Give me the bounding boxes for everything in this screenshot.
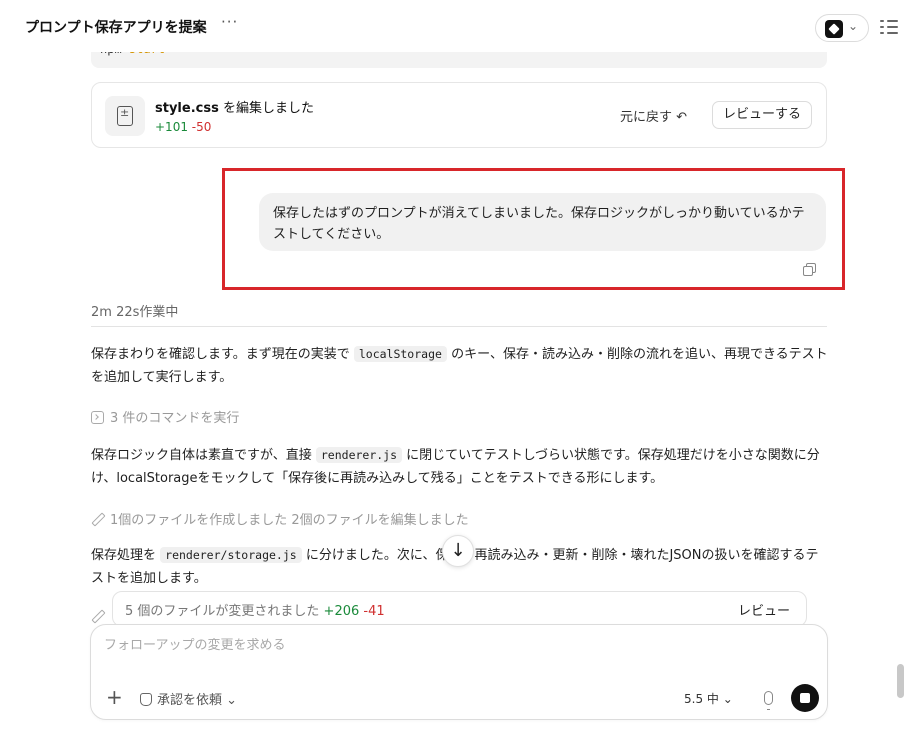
app-logo-icon: [825, 20, 843, 38]
file-edit-card: style.css を編集しました +101 -50 元に戻す ↶ レビューする: [91, 82, 827, 148]
file-diff-icon: [105, 96, 145, 136]
review-button[interactable]: レビューする: [712, 101, 813, 129]
user-message-bubble: 保存したはずのプロンプトが消えてしまいました。保存ロジックがしっかり動いているか…: [259, 193, 826, 251]
add-attachment-button[interactable]: +: [106, 687, 123, 707]
working-status[interactable]: 2m 22s作業中: [91, 301, 178, 320]
chevron-down-icon: ⌄: [848, 19, 859, 33]
composer: + 承認を依頼 ⌄ 5.5 中 ⌄: [90, 624, 828, 720]
divider: [91, 326, 827, 327]
assistant-paragraph: 保存ロジック自体は素直ですが、直接 renderer.js に閉じていてテストし…: [91, 447, 820, 486]
deletions-count: -41: [363, 604, 385, 619]
top-bar: プロンプト保存アプリを提案 ··· ⌄: [0, 0, 913, 52]
undo-button[interactable]: 元に戻す ↶: [620, 106, 687, 125]
changes-summary-bar[interactable]: 5 個のファイルが変更されました +206 -41 レビュー: [112, 591, 807, 627]
inline-code: renderer/storage.js: [160, 547, 302, 563]
scroll-to-bottom-button[interactable]: ↓: [442, 535, 474, 567]
additions-count: +206: [323, 604, 360, 619]
inline-code: localStorage: [353, 346, 447, 362]
copy-icon[interactable]: [803, 263, 817, 276]
scrollbar[interactable]: [897, 664, 904, 698]
model-picker-button[interactable]: ⌄: [815, 14, 869, 42]
commands-run-line[interactable]: 3 件のコマンドを実行: [91, 407, 239, 426]
hand-icon: [140, 693, 152, 706]
microphone-icon[interactable]: [764, 691, 773, 710]
stop-button[interactable]: [791, 684, 819, 712]
arrow-down-icon: ↓: [450, 540, 466, 561]
file-diff-stats: +101 -50: [155, 120, 211, 134]
pencil-icon: [91, 610, 104, 623]
conversation-title[interactable]: プロンプト保存アプリを提案: [25, 17, 207, 37]
file-edit-title: style.css を編集しました: [155, 101, 314, 116]
reasoning-level-select[interactable]: 5.5 中 ⌄: [684, 690, 733, 707]
additions-count: +101: [155, 120, 188, 134]
more-options-button[interactable]: ···: [221, 13, 238, 31]
changes-summary-text: 5 個のファイルが変更されました +206 -41: [125, 604, 385, 619]
inline-code: renderer.js: [315, 447, 403, 463]
follow-up-input[interactable]: [104, 638, 804, 653]
terminal-icon: [91, 411, 104, 424]
approval-mode-button[interactable]: 承認を依頼 ⌄: [140, 689, 237, 708]
review-changes-button[interactable]: レビュー: [738, 600, 790, 619]
pencil-icon: [91, 513, 104, 526]
task-list-icon[interactable]: [880, 17, 898, 35]
deletions-count: -50: [191, 120, 212, 134]
assistant-paragraph: 保存まわりを確認します。まず現在の実装で localStorage のキー、保存…: [91, 346, 828, 385]
files-changed-line[interactable]: 1個のファイルを作成しました 2個のファイルを編集しました: [91, 509, 469, 528]
